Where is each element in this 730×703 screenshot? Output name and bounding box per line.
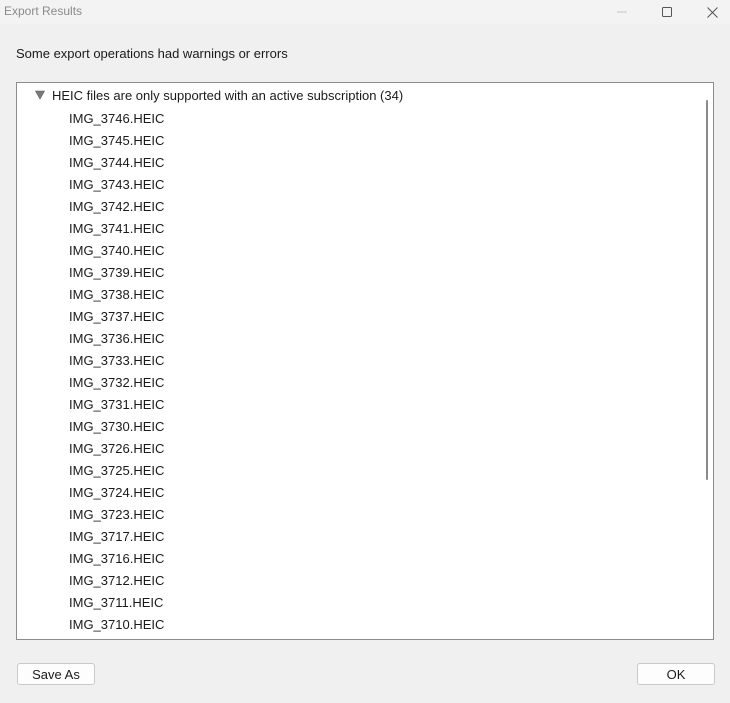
tree-file-item[interactable]: IMG_3739.HEIC <box>69 262 164 284</box>
tree-file-item[interactable]: IMG_3712.HEIC <box>69 570 164 592</box>
window-title: Export Results <box>4 4 83 18</box>
tree-file-item[interactable]: IMG_3725.HEIC <box>69 460 164 482</box>
tree-file-item[interactable]: IMG_3723.HEIC <box>69 504 164 526</box>
maximize-button[interactable] <box>645 0 689 24</box>
vertical-scrollbar[interactable] <box>700 83 713 639</box>
tree-file-item[interactable]: IMG_3732.HEIC <box>69 372 164 394</box>
close-button[interactable] <box>690 0 730 24</box>
results-tree[interactable]: HEIC files are only supported with an ac… <box>16 82 714 640</box>
tree-file-item[interactable]: IMG_3742.HEIC <box>69 196 164 218</box>
tree-file-item[interactable]: IMG_3745.HEIC <box>69 130 164 152</box>
title-bar: Export Results <box>0 0 730 24</box>
tree-file-item[interactable]: IMG_3711.HEIC <box>69 592 164 614</box>
scroll-thumb[interactable] <box>706 100 708 480</box>
tree-file-item[interactable]: IMG_3726.HEIC <box>69 438 164 460</box>
tree-file-item[interactable]: IMG_3724.HEIC <box>69 482 164 504</box>
maximize-icon <box>662 7 672 17</box>
tree-file-item[interactable]: IMG_3730.HEIC <box>69 416 164 438</box>
ok-button[interactable]: OK <box>637 663 715 685</box>
tree-file-item[interactable]: IMG_3716.HEIC <box>69 548 164 570</box>
tree-file-item[interactable]: IMG_3741.HEIC <box>69 218 164 240</box>
save-as-button[interactable]: Save As <box>17 663 95 685</box>
tree-file-item[interactable]: IMG_3743.HEIC <box>69 174 164 196</box>
collapse-triangle-icon[interactable] <box>35 90 45 100</box>
tree-file-item[interactable]: IMG_3731.HEIC <box>69 394 164 416</box>
tree-file-item[interactable]: IMG_3746.HEIC <box>69 108 164 130</box>
file-list: IMG_3746.HEIC IMG_3745.HEIC IMG_3744.HEIC I… <box>69 108 164 636</box>
tree-file-item[interactable]: IMG_3717.HEIC <box>69 526 164 548</box>
minimize-button[interactable] <box>600 0 644 24</box>
close-icon <box>706 6 718 18</box>
tree-file-item[interactable]: IMG_3744.HEIC <box>69 152 164 174</box>
minimize-icon <box>617 11 627 13</box>
tree-file-item[interactable]: IMG_3740.HEIC <box>69 240 164 262</box>
tree-file-item[interactable]: IMG_3736.HEIC <box>69 328 164 350</box>
tree-file-item[interactable]: IMG_3733.HEIC <box>69 350 164 372</box>
tree-file-item[interactable]: IMG_3710.HEIC <box>69 614 164 636</box>
tree-file-item[interactable]: IMG_3738.HEIC <box>69 284 164 306</box>
status-message: Some export operations had warnings or e… <box>16 46 288 61</box>
tree-file-item[interactable]: IMG_3737.HEIC <box>69 306 164 328</box>
tree-group-label[interactable]: HEIC files are only supported with an ac… <box>52 88 403 103</box>
